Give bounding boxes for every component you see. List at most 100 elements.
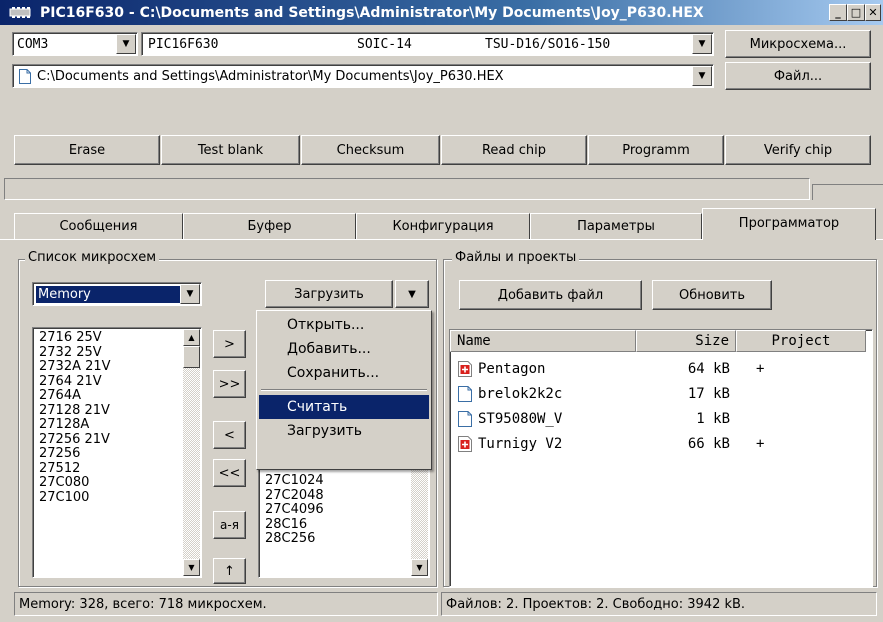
port-select[interactable]: COM3 ▼ [12, 32, 138, 56]
chevron-down-icon: ▼ [416, 563, 423, 572]
chip-list-item[interactable]: 2732A 21V [35, 359, 175, 375]
tab-label: Параметры [577, 219, 655, 234]
chip-select[interactable]: PIC16F630 SOIC-14 TSU-D16/SO16-150 ▼ [141, 32, 714, 56]
chevron-down-icon: ▼ [188, 563, 195, 572]
project-file-icon [458, 360, 472, 377]
file-size: 17 kB [687, 385, 730, 402]
load-button[interactable]: Загрузить [265, 280, 393, 308]
menu-open[interactable]: Открыть... [259, 313, 429, 337]
move-right-button[interactable]: > [213, 330, 246, 358]
scroll-thumb[interactable] [183, 346, 200, 368]
chevron-down-icon: ▼ [408, 288, 416, 300]
close-button[interactable]: ✕ [865, 4, 881, 21]
menu-save[interactable]: Сохранить... [259, 361, 429, 385]
files-title: Файлы и проекты [452, 250, 580, 265]
read-chip-button[interactable]: Read chip [441, 135, 587, 165]
chip-list-item[interactable]: 2716 25V [35, 330, 175, 346]
chip-list-item[interactable]: 2764A [35, 388, 175, 404]
programmer-device-icon [9, 7, 31, 18]
chip-filter-dropdown-button[interactable]: ▼ [180, 284, 200, 304]
chip-list-item[interactable]: 27512 [35, 461, 175, 477]
file-dropdown-button[interactable]: ▼ [692, 66, 712, 86]
maximize-button[interactable]: □ [847, 4, 865, 21]
chip-list-item[interactable]: 27128 21V [35, 403, 175, 419]
chip-value: PIC16F630 [148, 36, 219, 52]
file-size: 66 kB [687, 435, 730, 452]
file-select[interactable]: C:\Documents and Settings\Administrator\… [12, 64, 714, 88]
chip-list-item[interactable]: 2764 21V [35, 374, 175, 390]
chevron-down-icon: ▼ [122, 39, 130, 49]
selected-chip-item[interactable]: 28C256 [261, 531, 401, 547]
chip-button[interactable]: Микросхема... [725, 30, 871, 58]
verify-chip-button[interactable]: Verify chip [725, 135, 871, 165]
scroll-up-button[interactable]: ▲ [183, 329, 200, 346]
column-name[interactable]: Name [450, 330, 636, 352]
tab-parameters[interactable]: Параметры [530, 213, 702, 239]
chip-filter-value: Memory [36, 285, 180, 303]
selected-chip-item[interactable]: 27C2048 [261, 488, 401, 504]
tab-programmer[interactable]: Программатор [702, 208, 876, 240]
chip-list-item[interactable]: 27256 21V [35, 432, 175, 448]
scroll-down-button[interactable]: ▼ [411, 559, 428, 576]
file-name: Turnigy V2 [478, 435, 563, 452]
file-row[interactable]: Pentagon 64 kB + [450, 356, 872, 381]
chevron-up-icon: ▲ [188, 333, 195, 342]
load-menu-button[interactable]: ▼ [395, 280, 429, 308]
maximize-icon: □ [850, 6, 862, 19]
tab-configuration[interactable]: Конфигурация [356, 213, 530, 239]
column-project[interactable]: Project [736, 330, 866, 352]
move-all-right-button[interactable]: >> [213, 370, 246, 398]
tab-buffer[interactable]: Буфер [183, 213, 356, 239]
column-size[interactable]: Size [636, 330, 736, 352]
move-up-button[interactable]: ↑ [213, 558, 246, 584]
chip-dropdown-button[interactable]: ▼ [692, 34, 712, 54]
available-chips-list[interactable]: 2716 25V 2732 25V 2732A 21V 2764 21V 2764A 27… [32, 327, 202, 578]
add-file-button[interactable]: Добавить файл [459, 280, 642, 310]
chip-list-item[interactable]: 2732 25V [35, 345, 175, 361]
menu-read[interactable]: Считать [259, 395, 429, 419]
file-row[interactable]: brelok2k2c 17 kB [450, 381, 872, 406]
close-icon: ✕ [868, 6, 878, 19]
move-all-left-button[interactable]: << [213, 459, 246, 487]
file-name: Pentagon [478, 360, 546, 377]
file-project-flag: + [756, 435, 765, 452]
progress-status [812, 184, 883, 200]
checksum-button[interactable]: Checksum [301, 135, 440, 165]
move-left-button[interactable]: < [213, 421, 246, 449]
test-blank-button[interactable]: Test blank [161, 135, 300, 165]
file-row[interactable]: Turnigy V2 66 kB + [450, 431, 872, 456]
file-name: ST95080W_V [478, 410, 563, 427]
file-row[interactable]: ST95080W_V 1 kB [450, 406, 872, 431]
sort-button[interactable]: а-я [213, 511, 246, 539]
chip-list-item[interactable]: 27128A [35, 417, 175, 433]
load-context-menu: Открыть... Добавить... Сохранить... Счит… [256, 310, 432, 470]
selected-chip-item[interactable]: 27C1024 [261, 473, 401, 489]
refresh-button[interactable]: Обновить [652, 280, 772, 310]
chip-filter-select[interactable]: Memory ▼ [32, 282, 202, 306]
chevron-down-icon: ▼ [698, 39, 706, 49]
available-chips-scrollbar[interactable]: ▲ ▼ [183, 329, 200, 576]
status-left: Memory: 328, всего: 718 микросхем. [14, 592, 438, 616]
port-dropdown-button[interactable]: ▼ [116, 34, 136, 54]
erase-button[interactable]: Erase [14, 135, 160, 165]
selected-chip-item[interactable]: 27C4096 [261, 502, 401, 518]
chip-list-item[interactable]: 27C080 [35, 475, 175, 491]
chip-list-item[interactable]: 27256 [35, 446, 175, 462]
minimize-button[interactable]: _ [829, 4, 847, 21]
chip-list-item[interactable]: 27C100 [35, 490, 175, 506]
program-button[interactable]: Programm [588, 135, 724, 165]
title-bar: PIC16F630 - C:\Documents and Settings\Ad… [0, 0, 883, 25]
files-list[interactable]: Name Size Project Pentagon 64 kB + brelok2k… [449, 329, 873, 587]
minimize-icon: _ [835, 6, 841, 19]
file-path: C:\Documents and Settings\Administrator\… [37, 68, 504, 84]
tab-messages[interactable]: Сообщения [14, 213, 183, 239]
menu-load[interactable]: Загрузить [259, 419, 429, 443]
project-file-icon [458, 435, 472, 452]
window-title: PIC16F630 - C:\Documents and Settings\Ad… [40, 4, 704, 21]
selected-chip-item[interactable]: 28C16 [261, 517, 401, 533]
menu-add[interactable]: Добавить... [259, 337, 429, 361]
document-icon [458, 385, 472, 402]
files-header: Name Size Project [450, 330, 872, 352]
scroll-down-button[interactable]: ▼ [183, 559, 200, 576]
file-button[interactable]: Файл... [725, 62, 871, 90]
